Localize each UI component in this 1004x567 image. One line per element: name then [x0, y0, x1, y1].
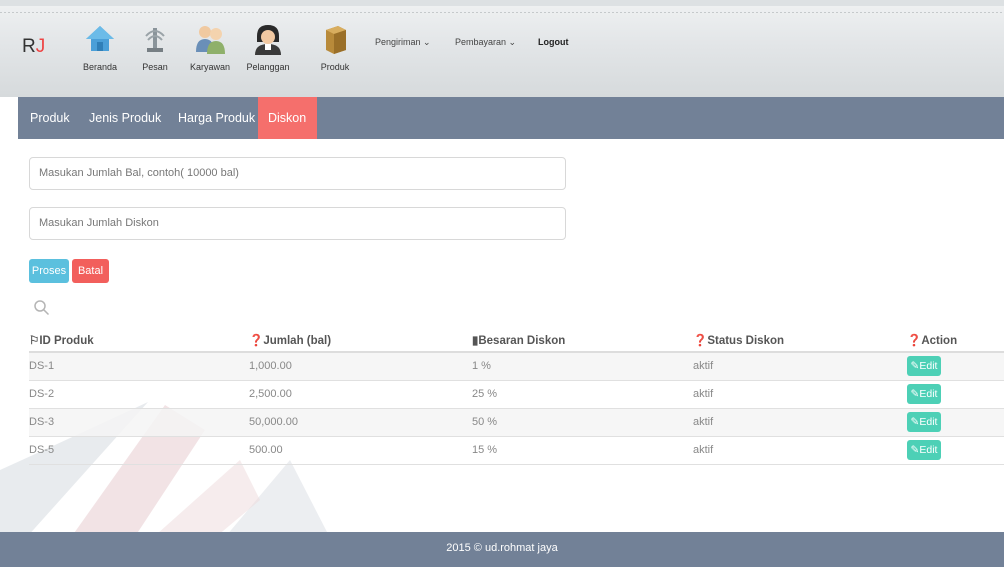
header-dotted-line — [0, 12, 1004, 13]
cell-diskon: 1 % — [472, 360, 491, 372]
tab-harga-produk[interactable]: Harga Produk — [168, 97, 265, 139]
fountain-icon — [145, 28, 165, 52]
edit-button-label: Edit — [919, 388, 938, 400]
nav-pelanggan[interactable]: Pelanggan — [238, 22, 298, 72]
tab-diskon[interactable]: Diskon — [258, 97, 317, 139]
th-besaran-diskon[interactable]: ▮Besaran Diskon — [472, 333, 565, 347]
diskon-table: ⚐ID Produk ❓Jumlah (bal) ▮Besaran Diskon… — [29, 331, 1004, 465]
th-action-label: Action — [921, 335, 958, 347]
cell-jumlah: 50,000.00 — [249, 416, 298, 428]
sub-navigation: Produk Jenis Produk Harga Produk Diskon — [18, 97, 1004, 139]
table-header-row: ⚐ID Produk ❓Jumlah (bal) ▮Besaran Diskon… — [29, 331, 1004, 353]
nav-beranda[interactable]: Beranda — [70, 22, 130, 72]
edit-button-label: Edit — [919, 360, 938, 372]
footer: 2015 © ud.rohmat jaya — [0, 532, 1004, 567]
table-row: DS-2 2,500.00 25 % aktif ✎Edit — [29, 381, 1004, 409]
cell-diskon: 25 % — [472, 388, 498, 400]
edit-button[interactable]: ✎Edit — [907, 412, 941, 432]
nav-karyawan[interactable]: Karyawan — [180, 22, 240, 72]
menu-pengiriman[interactable]: Pengiriman ⌄ — [375, 37, 431, 48]
proses-button[interactable]: Proses — [29, 259, 69, 283]
table-row: DS-5 500.00 15 % aktif ✎Edit — [29, 437, 1004, 465]
site-logo[interactable]: RJ — [22, 36, 45, 58]
cell-diskon: 50 % — [472, 416, 498, 428]
nav-pelanggan-label: Pelanggan — [246, 62, 290, 72]
cell-status: aktif — [693, 416, 714, 428]
jumlah-bal-input[interactable]: Masukan Jumlah Bal, contoh( 10000 bal) — [29, 157, 566, 190]
logo-letter-j: J — [35, 36, 46, 57]
edit-button[interactable]: ✎Edit — [907, 440, 941, 460]
nav-pesan[interactable]: Pesan — [125, 22, 185, 72]
home-icon — [86, 26, 114, 51]
flag-icon: ⚐ — [29, 335, 40, 347]
edit-button-label: Edit — [919, 444, 938, 456]
edit-button[interactable]: ✎Edit — [907, 356, 941, 376]
cell-diskon: 15 % — [472, 444, 498, 456]
nav-beranda-label: Beranda — [82, 62, 118, 72]
edit-button-label: Edit — [919, 416, 938, 428]
cell-jumlah: 500.00 — [249, 444, 283, 456]
cell-status: aktif — [693, 444, 714, 456]
cell-id: DS-2 — [29, 388, 55, 400]
customer-icon — [255, 25, 281, 55]
menu-logout[interactable]: Logout — [538, 37, 569, 47]
th-status-diskon-label: Status Diskon — [707, 335, 785, 347]
employees-icon — [196, 26, 225, 54]
question-circle-icon: ❓ — [249, 335, 264, 347]
edit-button[interactable]: ✎Edit — [907, 384, 941, 404]
table-body: DS-1 1,000.00 1 % aktif ✎Edit DS-2 2,500… — [29, 353, 1004, 465]
search-icon[interactable] — [33, 299, 51, 317]
top-header: RJ Beranda Pesan Karyawan Pelanggan Prod… — [0, 0, 1004, 97]
cell-status: aktif — [693, 388, 714, 400]
th-action[interactable]: ❓Action — [907, 333, 957, 347]
footer-text: 2015 © ud.rohmat jaya — [446, 542, 558, 554]
nav-karyawan-label: Karyawan — [189, 62, 231, 72]
th-jumlah-label: Jumlah (bal) — [263, 335, 332, 347]
tab-produk[interactable]: Produk — [20, 97, 80, 139]
cell-jumlah: 1,000.00 — [249, 360, 292, 372]
box-icon — [326, 26, 346, 54]
nav-pesan-label: Pesan — [142, 62, 168, 72]
tab-jenis-produk[interactable]: Jenis Produk — [79, 97, 171, 139]
th-besaran-diskon-label: Besaran Diskon — [478, 335, 566, 347]
table-row: DS-1 1,000.00 1 % aktif ✎Edit — [29, 353, 1004, 381]
batal-button[interactable]: Batal — [72, 259, 109, 283]
jumlah-diskon-input[interactable]: Masukan Jumlah Diskon — [29, 207, 566, 240]
nav-produk[interactable]: Produk — [305, 22, 365, 72]
th-id-produk-label: ID Produk — [39, 335, 94, 347]
menu-pembayaran[interactable]: Pembayaran ⌄ — [455, 37, 516, 48]
cell-id: DS-3 — [29, 416, 55, 428]
cell-id: DS-1 — [29, 360, 55, 372]
nav-produk-label: Produk — [320, 62, 350, 72]
cell-jumlah: 2,500.00 — [249, 388, 292, 400]
table-row: DS-3 50,000.00 50 % aktif ✎Edit — [29, 409, 1004, 437]
th-id-produk[interactable]: ⚐ID Produk — [29, 333, 94, 347]
th-status-diskon[interactable]: ❓Status Diskon — [693, 333, 784, 347]
cell-id: DS-5 — [29, 444, 55, 456]
cell-status: aktif — [693, 360, 714, 372]
question-circle-icon: ❓ — [693, 335, 708, 347]
th-jumlah[interactable]: ❓Jumlah (bal) — [249, 333, 331, 347]
question-circle-icon: ❓ — [907, 335, 922, 347]
logo-letter-r: R — [22, 36, 36, 57]
